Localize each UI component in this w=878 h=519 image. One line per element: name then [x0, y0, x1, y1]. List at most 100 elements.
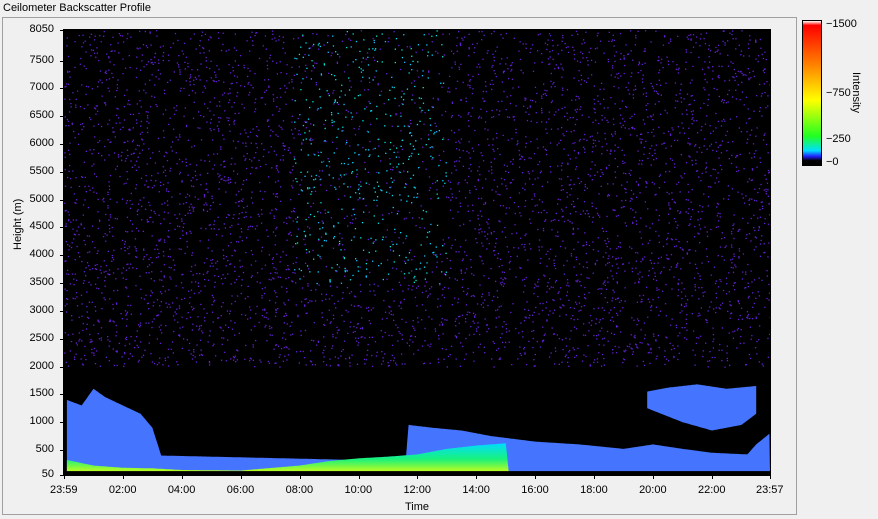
heatmap-cell [557, 109, 560, 111]
heatmap-cell [99, 365, 101, 367]
heatmap-cell [429, 117, 431, 120]
heatmap-cell [461, 259, 464, 262]
heatmap-cell [699, 275, 701, 277]
heatmap-cell [479, 343, 481, 345]
heatmap-cell [160, 270, 162, 273]
heatmap-cell [121, 356, 123, 358]
heatmap-cell [611, 65, 614, 67]
heatmap-cell [229, 226, 231, 228]
heatmap-cell [763, 71, 766, 74]
heatmap-cell [265, 163, 267, 166]
heatmap-cell [377, 84, 379, 86]
heatmap-cell [612, 183, 614, 185]
heatmap-cell [250, 142, 252, 144]
heatmap-cell [442, 138, 444, 141]
heatmap-cell [213, 97, 216, 99]
heatmap-cell [108, 228, 111, 230]
heatmap-cell [531, 198, 533, 200]
heatmap-cell [641, 163, 643, 165]
heatmap-cell [84, 345, 86, 348]
heatmap-cell [687, 38, 689, 40]
heatmap-cell [557, 128, 559, 130]
heatmap-cell [727, 40, 729, 42]
heatmap-cell [758, 295, 761, 297]
heatmap-cell [385, 236, 387, 238]
heatmap-cell [612, 135, 614, 137]
heatmap-cell [335, 79, 337, 81]
heatmap-cell [264, 103, 267, 105]
heatmap-cell [319, 228, 321, 230]
heatmap-cell [208, 360, 211, 363]
heatmap-cell [302, 34, 304, 36]
heatmap-cell [272, 262, 274, 265]
heatmap-cell [441, 294, 443, 296]
heatmap-cell [548, 258, 550, 260]
heatmap-cell [432, 147, 434, 149]
heatmap-cell [505, 236, 507, 238]
heatmap-cell [139, 133, 141, 135]
heatmap-cell [657, 296, 660, 299]
heatmap-cell [321, 220, 323, 222]
heatmap-cell [425, 168, 427, 170]
heatmap-cell [440, 321, 443, 323]
heatmap-cell [87, 104, 89, 106]
heatmap-cell [658, 314, 660, 316]
heatmap-cell [108, 320, 111, 323]
heatmap-cell [390, 168, 392, 171]
heatmap-cell [694, 286, 696, 288]
heatmap-cell [227, 120, 229, 122]
heatmap-cell [522, 336, 524, 338]
heatmap-cell [554, 68, 556, 70]
heatmap-cell [211, 250, 213, 252]
heatmap-cell [157, 137, 160, 140]
heatmap-cell [614, 171, 616, 173]
heatmap-cell [589, 364, 591, 366]
heatmap-cell [659, 174, 661, 176]
heatmap-cell [163, 136, 165, 139]
heatmap-cell [761, 279, 763, 281]
heatmap-cell [289, 217, 291, 219]
heatmap-cell [254, 108, 257, 110]
heatmap-cell [635, 181, 638, 183]
heatmap-cell [588, 330, 590, 332]
heatmap-cell [134, 340, 136, 342]
heatmap-cell [599, 40, 602, 42]
heatmap-cell [89, 117, 91, 119]
heatmap-cell [192, 354, 194, 357]
heatmap-cell [617, 146, 619, 149]
heatmap-cell [138, 145, 140, 147]
heatmap-cell [214, 281, 216, 283]
heatmap-cell [528, 243, 531, 245]
heatmap-cell [667, 258, 669, 260]
heatmap-cell [592, 241, 594, 243]
heatmap-cell [447, 87, 450, 89]
heatmap-cell [130, 160, 132, 162]
heatmap-cell [272, 60, 274, 62]
heatmap-cell [266, 229, 268, 231]
heatmap-cell [617, 267, 619, 269]
heatmap-cell [376, 351, 378, 353]
heatmap-cell [575, 99, 577, 101]
heatmap-cell [129, 103, 131, 106]
heatmap-cell [493, 199, 495, 202]
heatmap-cell [454, 61, 456, 63]
heatmap-cell [97, 227, 99, 230]
heatmap-cell [734, 72, 737, 75]
heatmap-cell [177, 225, 179, 227]
heatmap-cell [490, 232, 492, 234]
heatmap-cell [373, 39, 375, 42]
heatmap-cell [674, 82, 677, 84]
heatmap-cell [403, 93, 405, 95]
heatmap-cell [535, 285, 537, 287]
heatmap-cell [317, 211, 319, 213]
heatmap-cell [572, 347, 574, 349]
heatmap-cell [247, 67, 249, 70]
plot-area[interactable] [63, 29, 771, 476]
heatmap-cell [759, 243, 762, 245]
heatmap-cell [557, 231, 559, 233]
heatmap-cell [612, 349, 614, 351]
heatmap-cell [455, 160, 458, 162]
heatmap-cell [223, 337, 225, 339]
heatmap-cell [451, 304, 453, 306]
heatmap-cell [344, 275, 346, 277]
